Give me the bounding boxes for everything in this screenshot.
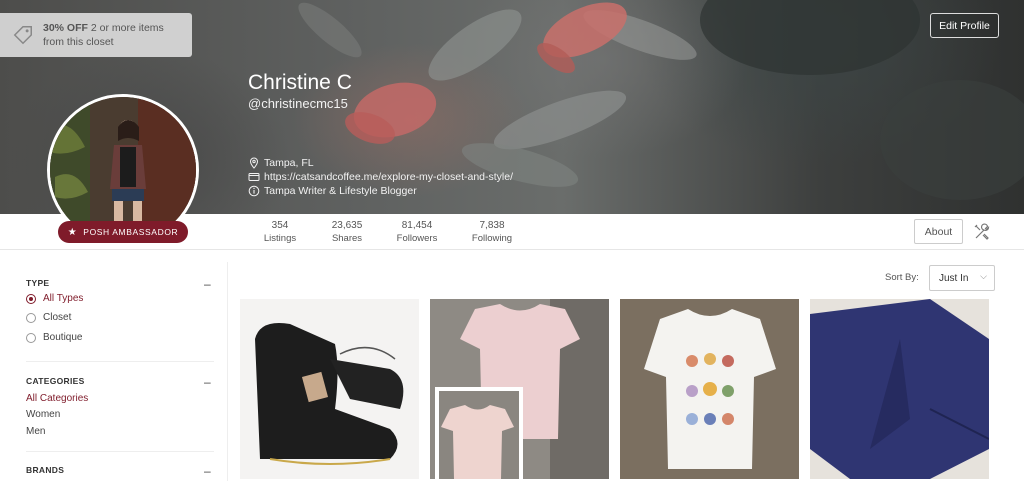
profile-bio: Tampa Writer & Lifestyle Blogger — [248, 185, 417, 197]
profile-handle: @christinecmc15 — [248, 96, 348, 111]
chevron-down-icon: ⌵ — [980, 271, 987, 281]
star-icon: ★ — [67, 226, 78, 238]
listing-image-boots — [240, 299, 419, 479]
badge-label: POSH AMBASSADOR — [83, 227, 179, 237]
profile-website[interactable]: https://catsandcoffee.me/explore-my-clos… — [248, 171, 513, 183]
divider — [26, 361, 214, 362]
listing-card[interactable] — [430, 299, 609, 479]
stat-value: 7,838 — [479, 220, 505, 231]
sort-select[interactable]: Just In ⌵ — [929, 265, 995, 291]
stat-label: Listings — [263, 233, 297, 244]
stat-label: Followers — [396, 233, 438, 244]
stat-label: Following — [471, 233, 513, 244]
about-button[interactable]: About — [914, 219, 963, 244]
option-label: Closet — [43, 312, 72, 323]
minus-icon[interactable]: – — [204, 376, 211, 388]
listing-card[interactable] — [620, 299, 799, 479]
profile-location: Tampa, FL — [248, 157, 314, 169]
stat-shares[interactable]: 23,635 Shares — [327, 220, 367, 246]
divider — [26, 451, 214, 452]
stat-listings[interactable]: 354 Listings — [262, 220, 298, 246]
tag-icon — [13, 26, 32, 45]
brands-filter-title: BRANDS — [26, 465, 65, 475]
listing-card[interactable] — [240, 299, 419, 479]
location-pin-icon — [249, 157, 259, 169]
bio-text: Tampa Writer & Lifestyle Blogger — [264, 185, 417, 197]
promo-text: 30% OFF 2 or more items from this closet — [43, 21, 164, 49]
stat-value: 81,454 — [401, 220, 433, 231]
promo-banner[interactable]: 30% OFF 2 or more items from this closet — [0, 13, 192, 57]
categories-filter-title: CATEGORIES — [26, 376, 85, 386]
radio-selected-icon — [26, 293, 36, 304]
option-label: All Types — [43, 293, 84, 304]
listing-image-floral-tee — [620, 299, 799, 479]
type-option-closet[interactable]: Closet — [26, 312, 71, 323]
type-option-all[interactable]: All Types — [26, 293, 83, 304]
promo-condition: 2 or more items — [87, 22, 164, 34]
listing-image-pink-tee — [430, 299, 609, 479]
sort-value: Just In — [939, 272, 969, 284]
edit-profile-button[interactable]: Edit Profile — [930, 13, 999, 38]
category-all[interactable]: All Categories — [26, 393, 88, 404]
type-filter-title: TYPE — [26, 278, 50, 288]
tools-icon[interactable] — [972, 222, 992, 242]
promo-scope: from this closet — [43, 36, 114, 48]
type-option-boutique[interactable]: Boutique — [26, 332, 82, 343]
info-icon — [248, 185, 260, 197]
listing-image-navy-shorts — [810, 299, 989, 479]
stat-followers[interactable]: 81,454 Followers — [392, 220, 442, 246]
radio-icon — [26, 332, 36, 343]
filter-sidebar: TYPE – All Types Closet Boutique CATEGOR… — [0, 262, 228, 481]
minus-icon[interactable]: – — [204, 278, 211, 290]
website-link[interactable]: https://catsandcoffee.me/explore-my-clos… — [264, 171, 513, 183]
minus-icon[interactable]: – — [204, 465, 211, 477]
location-text: Tampa, FL — [264, 157, 314, 169]
stat-following[interactable]: 7,838 Following — [468, 220, 516, 246]
profile-name: Christine C — [248, 71, 352, 94]
link-card-icon — [248, 173, 260, 181]
option-label: Boutique — [43, 332, 83, 343]
posh-ambassador-badge: ★ POSH AMBASSADOR — [58, 221, 188, 243]
promo-discount: 30% OFF — [43, 22, 88, 34]
stat-label: Shares — [331, 233, 363, 244]
category-women[interactable]: Women — [26, 409, 60, 420]
sort-label: Sort By: — [885, 272, 919, 283]
radio-icon — [26, 312, 36, 323]
category-men[interactable]: Men — [26, 426, 45, 437]
listing-card[interactable] — [810, 299, 989, 479]
stat-value: 23,635 — [331, 220, 363, 231]
stat-value: 354 — [271, 220, 289, 231]
